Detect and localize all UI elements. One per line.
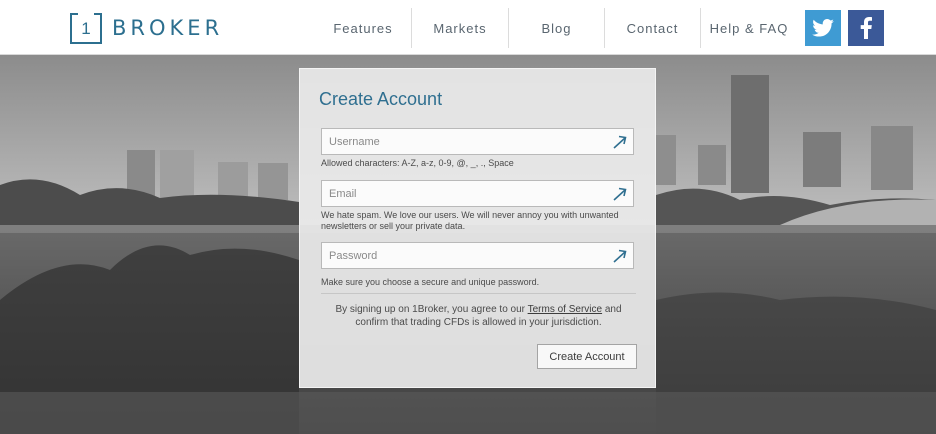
nav-blog[interactable]: Blog — [509, 8, 605, 48]
email-field — [321, 180, 634, 207]
nav-features[interactable]: Features — [315, 8, 412, 48]
create-account-button[interactable]: Create Account — [537, 344, 637, 369]
password-field — [321, 242, 634, 269]
twitter-icon — [812, 19, 834, 37]
terms-text: By signing up on 1Broker, you agree to o… — [321, 303, 636, 329]
logo-mark: 1 — [70, 12, 102, 44]
terms-before: By signing up on 1Broker, you agree to o… — [335, 304, 528, 315]
nav-markets[interactable]: Markets — [412, 8, 509, 48]
nav-contact[interactable]: Contact — [605, 8, 701, 48]
twitter-button[interactable] — [805, 10, 841, 46]
brand-logo[interactable]: 1 BROKER — [70, 12, 223, 44]
nav-help-faq[interactable]: Help & FAQ — [701, 8, 797, 48]
email-hint: We hate spam. We love our users. We will… — [321, 210, 619, 231]
logo-number: 1 — [81, 19, 91, 38]
logo-text: BROKER — [112, 16, 224, 40]
username-hint: Allowed characters: A-Z, a-z, 0-9, @, _,… — [321, 158, 514, 168]
facebook-button[interactable] — [848, 10, 884, 46]
arrow-icon — [613, 187, 627, 201]
username-field — [321, 128, 634, 155]
arrow-icon — [613, 135, 627, 149]
create-account-panel: Create Account Allowed characters: A-Z, … — [299, 68, 656, 388]
password-input[interactable] — [322, 243, 607, 268]
password-hint: Make sure you choose a secure and unique… — [321, 277, 540, 287]
terms-of-service-link[interactable]: Terms of Service — [528, 304, 602, 315]
facebook-icon — [860, 17, 872, 39]
site-header: 1 BROKER Features Markets Blog Contact H… — [0, 0, 936, 55]
divider — [321, 293, 636, 294]
username-input[interactable] — [322, 129, 607, 154]
main-nav: Features Markets Blog Contact Help & FAQ — [315, 8, 797, 48]
panel-title: Create Account — [319, 89, 443, 109]
email-input[interactable] — [322, 181, 607, 206]
arrow-icon — [613, 249, 627, 263]
